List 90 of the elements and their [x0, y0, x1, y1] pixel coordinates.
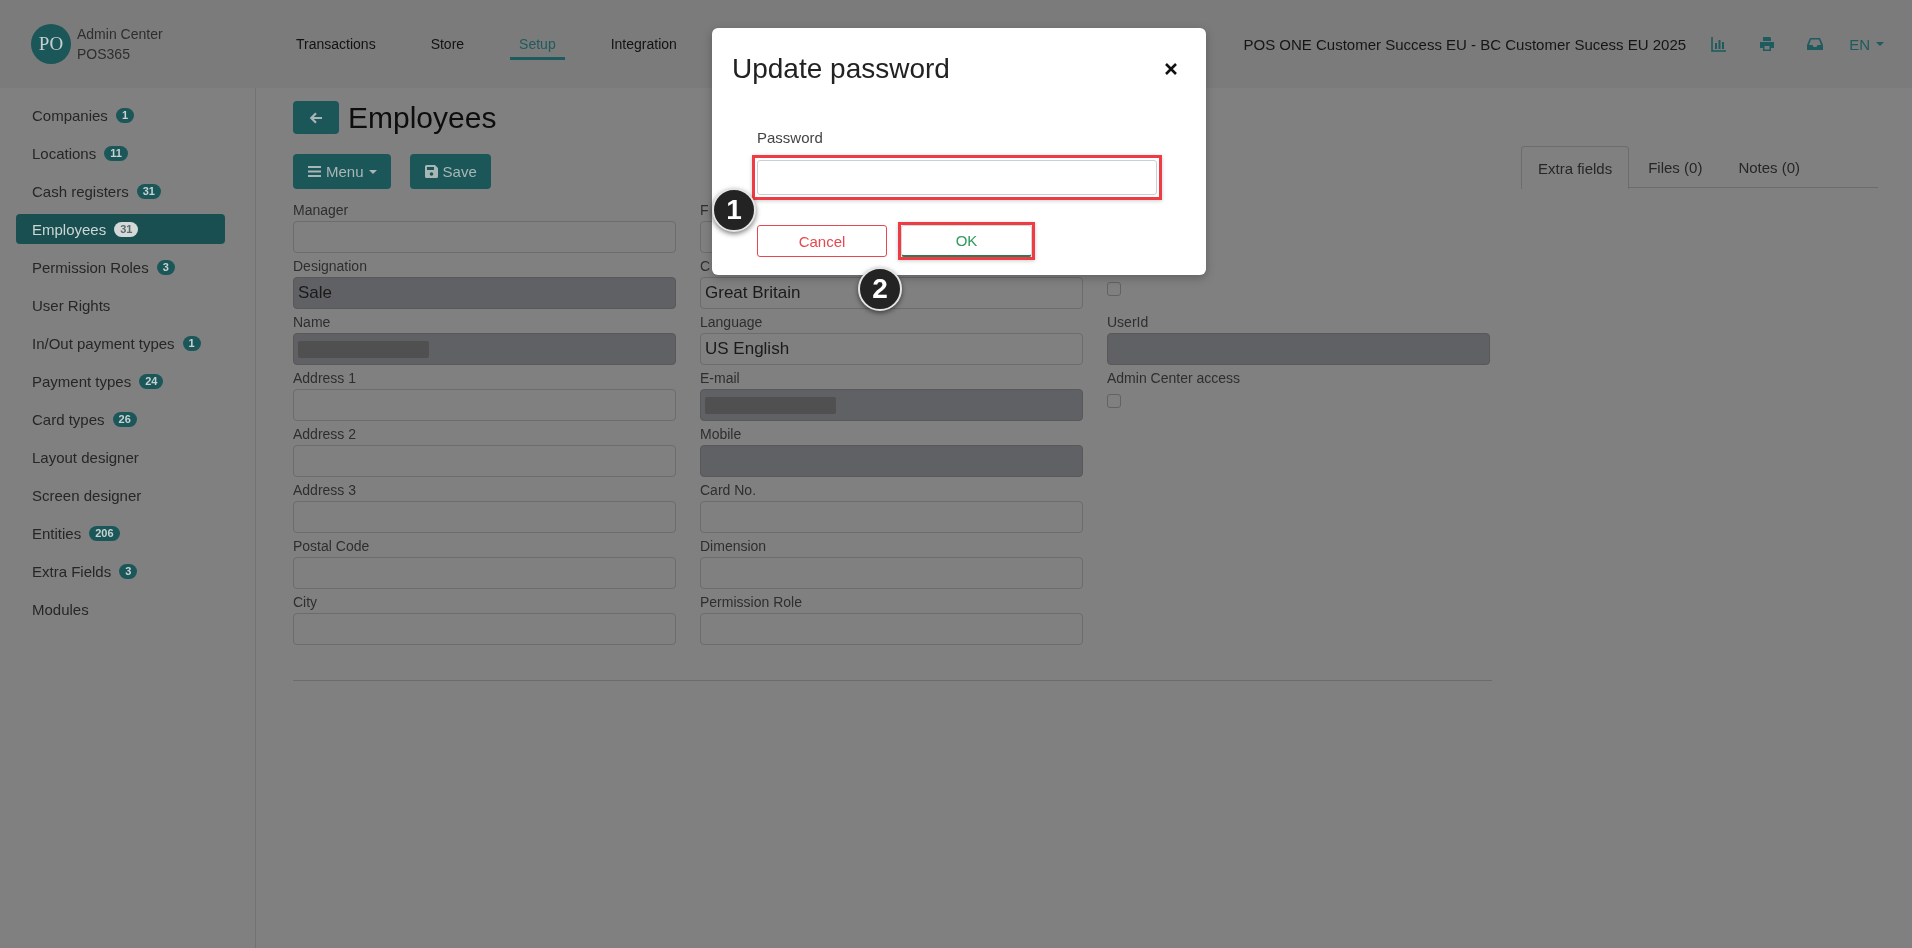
- nav-tab[interactable]: Integration: [601, 30, 686, 60]
- count-badge: 31: [114, 221, 139, 237]
- sidebar-item[interactable]: Permission Roles 3: [16, 252, 225, 282]
- sidebar-label: Locations: [32, 144, 97, 162]
- sidebar-label: Cash registers: [32, 182, 129, 200]
- sidebar-label: Entities: [32, 524, 82, 542]
- sidebar-label: Companies: [32, 106, 108, 124]
- field-label: Password: [757, 129, 823, 146]
- input-field[interactable]: [700, 445, 1083, 477]
- sidebar-label: In/Out payment types: [32, 334, 175, 352]
- field-label: C: [700, 258, 711, 274]
- count-badge: 1: [182, 335, 201, 351]
- sidebar-label: Permission Roles: [32, 258, 149, 276]
- count-badge: 1: [115, 107, 134, 123]
- app-title: Admin Center: [77, 25, 163, 44]
- field-label: Designation: [293, 258, 367, 274]
- panel-tab[interactable]: Files (0): [1631, 146, 1720, 188]
- account-name: POS ONE Customer Success EU - BC Customer Sucess EU 2025: [1243, 35, 1687, 53]
- field-label: Language: [700, 314, 763, 330]
- logo-avatar: PO: [31, 24, 71, 64]
- sidebar-item[interactable]: Companies 1: [16, 100, 225, 130]
- sidebar-item[interactable]: Locations 11: [16, 138, 225, 168]
- cancel-button[interactable]: Cancel: [757, 225, 887, 257]
- sidebar-label: Screen designer: [32, 486, 142, 504]
- menu-button[interactable]: Menu: [293, 154, 391, 189]
- field-label: Postal Code: [293, 538, 370, 554]
- inbox-icon[interactable]: [1807, 36, 1824, 52]
- sidebar-item[interactable]: Layout designer: [16, 442, 225, 472]
- checkbox[interactable]: [1107, 394, 1121, 408]
- sidebar-item[interactable]: Payment types 24: [16, 366, 225, 396]
- sidebar-item[interactable]: Card types 26: [16, 404, 225, 434]
- close-icon: [1164, 62, 1178, 76]
- field-label: City: [293, 594, 318, 610]
- caret-icon: [368, 169, 377, 174]
- field-label: Admin Center access: [1107, 370, 1241, 386]
- sidebar-label: Card types: [32, 410, 105, 428]
- field-label: Address 1: [293, 370, 357, 386]
- sidebar-item[interactable]: Modules: [16, 594, 225, 624]
- printer-icon[interactable]: [1759, 36, 1776, 52]
- input-field[interactable]: US English: [700, 333, 1083, 365]
- sidebar-item[interactable]: Cash registers 31: [16, 176, 225, 206]
- dialog-title: Update password: [732, 52, 950, 86]
- field-label: Name: [293, 314, 331, 330]
- count-badge: 206: [89, 525, 120, 541]
- field-label: Address 3: [293, 482, 357, 498]
- count-badge: 24: [139, 373, 164, 389]
- nav-tab[interactable]: Transactions: [287, 30, 385, 60]
- input-field[interactable]: [700, 389, 1083, 421]
- count-badge: 3: [119, 563, 138, 579]
- field-label: Mobile: [700, 426, 742, 442]
- sidebar-item[interactable]: Entities 206: [16, 518, 225, 548]
- sidebar-label: Employees: [32, 220, 107, 238]
- count-badge: 11: [104, 145, 128, 161]
- nav-tab[interactable]: Store: [421, 30, 474, 60]
- sidebar-item[interactable]: Screen designer: [16, 480, 225, 510]
- field-label: F: [700, 202, 709, 218]
- field-label: Permission Role: [700, 594, 802, 610]
- count-badge: 3: [156, 259, 175, 275]
- field-label: UserId: [1107, 314, 1149, 330]
- sidebar-label: Modules: [32, 600, 89, 618]
- panel-tab[interactable]: Extra fields: [1521, 146, 1630, 189]
- menu-icon: [308, 165, 321, 178]
- save-button[interactable]: Save: [409, 154, 491, 189]
- sidebar-item[interactable]: Extra Fields 3: [16, 556, 225, 586]
- field-label: Address 2: [293, 426, 357, 442]
- sidebar-label: Extra Fields: [32, 562, 112, 580]
- field-label: E-mail: [700, 370, 740, 386]
- count-badge: 26: [112, 411, 137, 427]
- field-label: Card No.: [700, 482, 757, 498]
- input-field[interactable]: [293, 333, 676, 365]
- app-subtitle: POS365: [77, 45, 131, 64]
- input-field[interactable]: [1107, 333, 1490, 365]
- sidebar-label: Layout designer: [32, 448, 139, 466]
- sidebar-label: User Rights: [32, 296, 111, 314]
- sidebar-item[interactable]: Employees 31: [16, 214, 225, 244]
- field-label: Manager: [293, 202, 349, 218]
- bar-chart-icon[interactable]: [1711, 36, 1728, 52]
- sidebar-item[interactable]: In/Out payment types 1: [16, 328, 225, 358]
- checkbox[interactable]: [1107, 282, 1121, 296]
- back-button[interactable]: [293, 101, 339, 134]
- arrow-left-icon: [309, 110, 323, 125]
- caret-icon: [1876, 42, 1884, 46]
- input-field[interactable]: Sale: [293, 277, 676, 309]
- page-title: Employees: [348, 100, 497, 135]
- sidebar-label: Payment types: [32, 372, 132, 390]
- sidebar-item[interactable]: User Rights: [16, 290, 225, 320]
- panel-tab[interactable]: Notes (0): [1721, 146, 1818, 188]
- field-label: Dimension: [700, 538, 767, 554]
- ok-button[interactable]: OK: [901, 225, 1032, 257]
- count-badge: 31: [136, 183, 161, 199]
